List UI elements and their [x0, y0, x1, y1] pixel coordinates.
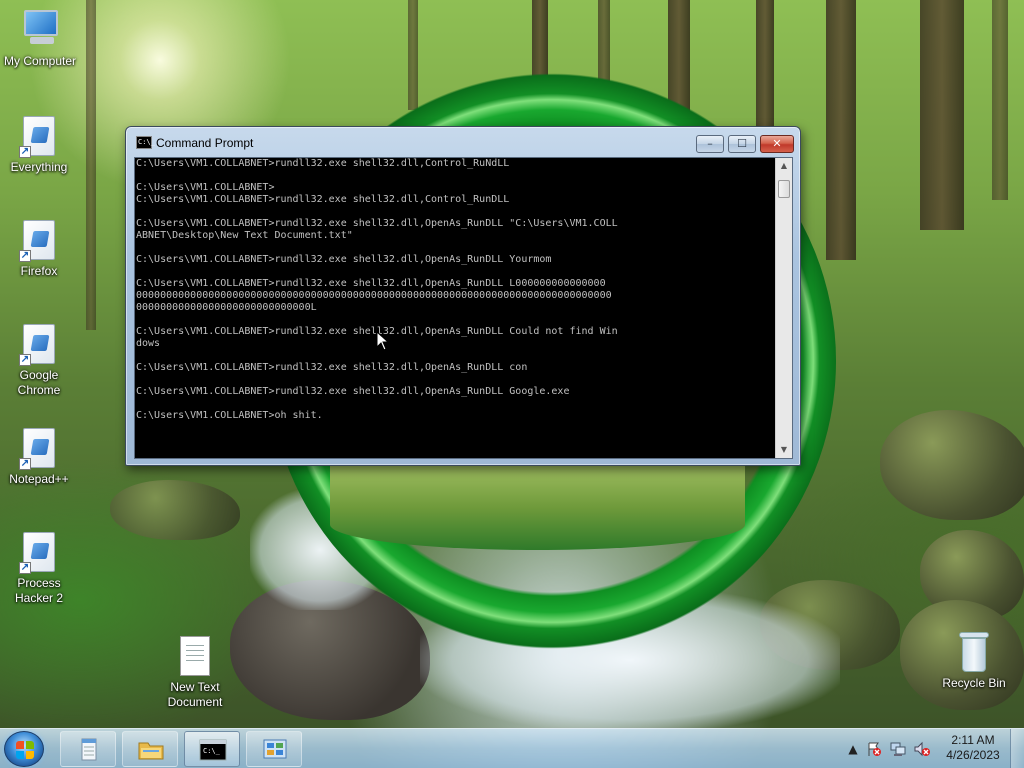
desktop-icon-new-text-document[interactable]: New Text Document [155, 636, 235, 710]
shortcut-arrow-icon: ↗ [19, 354, 31, 366]
scroll-thumb[interactable] [778, 180, 790, 198]
console-line: C:\Users\VM1.COLLABNET> [136, 182, 275, 193]
desktop-icon-label: Recycle Bin [942, 676, 1006, 690]
volume-muted-icon[interactable] [914, 741, 930, 757]
taskbar-notepad-button[interactable] [60, 731, 116, 767]
desktop-icon-label: Notepad++ [9, 472, 69, 486]
console-line: 0000000000000000000000000000000000000000… [136, 290, 612, 301]
shortcut-arrow-icon: ↗ [19, 562, 31, 574]
desktop-icon-label: Process Hacker 2 [14, 576, 64, 605]
maximize-button[interactable]: ☐ [728, 135, 756, 153]
desktop-icon-everything[interactable]: ↗ Everything [0, 116, 79, 175]
cmd-icon: C:\_ [199, 738, 227, 762]
desktop-icon-notepad-plus-plus[interactable]: ↗ Notepad++ [0, 428, 79, 487]
vertical-scrollbar[interactable]: ▲ ▼ [775, 158, 792, 458]
taskbar-explorer-button[interactable] [122, 731, 178, 767]
console-line: C:\Users\VM1.COLLABNET>rundll32.exe shel… [136, 278, 606, 289]
close-button[interactable]: ✕ [760, 135, 794, 153]
computer-icon [20, 10, 62, 46]
console-line: ABNET\Desktop\New Text Document.txt" [136, 230, 353, 241]
desktop-icon-recycle-bin[interactable]: Recycle Bin [934, 632, 1014, 691]
scroll-up-icon[interactable]: ▲ [776, 158, 792, 174]
scroll-down-icon[interactable]: ▼ [776, 442, 792, 458]
desktop-icon-label: Everything [10, 160, 68, 174]
desktop-icon-label: Firefox [20, 264, 58, 278]
desktop-icon-google-chrome[interactable]: ↗ Google Chrome [0, 324, 79, 398]
command-prompt-window[interactable]: C:\_ Command Prompt – ☐ ✕ C:\Users\VM1.C… [125, 126, 801, 466]
notepad-icon [75, 738, 103, 762]
console-output[interactable]: C:\Users\VM1.COLLABNET>rundll32.exe shel… [136, 158, 776, 458]
mouse-pointer-icon [376, 330, 390, 351]
desktop-icon-label: Google Chrome [17, 368, 61, 397]
show-desktop-button[interactable] [1010, 729, 1024, 768]
desktop-icon-my-computer[interactable]: My Computer [0, 10, 80, 69]
taskbar-clock[interactable]: 2:11 AM 4/26/2023 [940, 733, 1006, 763]
shortcut-arrow-icon: ↗ [19, 250, 31, 262]
console-line: 00000000000000000000000000000L [136, 302, 317, 313]
desktop-icon-label: New Text Document [167, 680, 223, 709]
console-line: dows [136, 338, 161, 349]
desktop-icon-label: My Computer [3, 54, 77, 68]
action-center-flag-icon[interactable] [866, 741, 882, 757]
svg-text:C:\_: C:\_ [203, 747, 221, 755]
console-line: C:\Users\VM1.COLLABNET>rundll32.exe shel… [136, 254, 552, 265]
minimize-button[interactable]: – [696, 135, 724, 153]
console-line: C:\Users\VM1.COLLABNET>oh shit. [136, 410, 323, 421]
cmd-icon[interactable]: C:\_ [136, 136, 155, 149]
window-title: Command Prompt [156, 136, 254, 150]
ring-inner-landscape [330, 465, 745, 550]
shortcut-arrow-icon: ↗ [19, 146, 31, 158]
desktop-icon-process-hacker[interactable]: ↗ Process Hacker 2 [0, 532, 79, 606]
console-line: C:\Users\VM1.COLLABNET>rundll32.exe shel… [136, 386, 570, 397]
console-line: C:\Users\VM1.COLLABNET>rundll32.exe shel… [136, 158, 510, 169]
window-titlebar[interactable]: C:\_ Command Prompt – ☐ ✕ [126, 127, 800, 157]
network-icon[interactable] [890, 741, 906, 757]
start-button[interactable] [4, 731, 44, 767]
console-line: C:\Users\VM1.COLLABNET>rundll32.exe shel… [136, 194, 510, 205]
desktop-icon-firefox[interactable]: ↗ Firefox [0, 220, 79, 279]
console-area[interactable]: C:\Users\VM1.COLLABNET>rundll32.exe shel… [134, 157, 793, 459]
console-line: C:\Users\VM1.COLLABNET>rundll32.exe shel… [136, 326, 618, 337]
clock-time: 2:11 AM [951, 733, 995, 747]
shortcut-arrow-icon: ↗ [19, 458, 31, 470]
taskbar-cmd-button[interactable]: C:\_ [184, 731, 240, 767]
show-hidden-icons-icon[interactable]: ▲ [845, 741, 861, 757]
console-line: C:\Users\VM1.COLLABNET>rundll32.exe shel… [136, 362, 528, 373]
text-file-icon [180, 636, 210, 676]
console-line: C:\Users\VM1.COLLABNET>rundll32.exe shel… [136, 218, 618, 229]
windows-logo-icon [16, 741, 34, 759]
taskbar-control-panel-button[interactable] [246, 731, 302, 767]
recycle-bin-icon [959, 632, 989, 674]
control-panel-icon [261, 738, 289, 762]
taskbar: C:\_ ▲ 2:11 AM 4/26/2023 [0, 728, 1024, 768]
clock-date: 4/26/2023 [946, 748, 1000, 762]
folder-icon [137, 738, 165, 762]
